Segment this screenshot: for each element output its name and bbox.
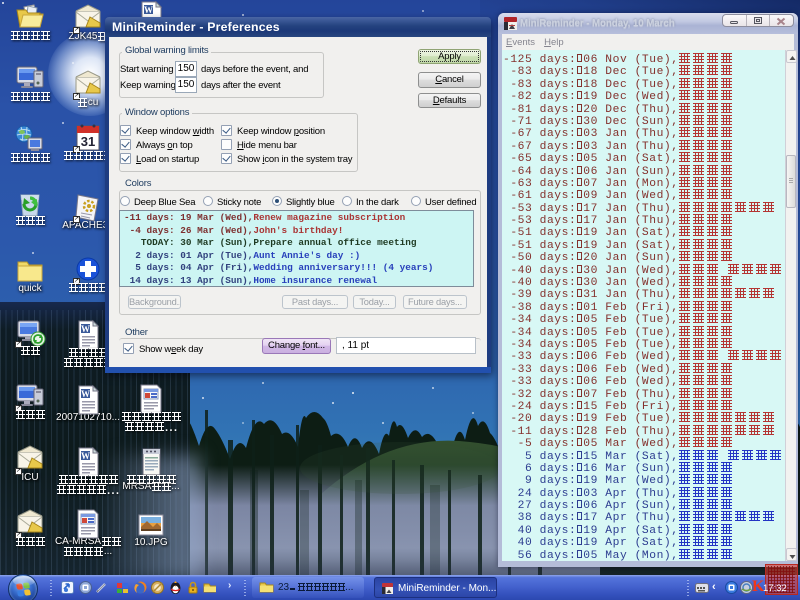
svg-text:W: W (81, 451, 90, 461)
svg-text:W: W (81, 389, 90, 399)
svg-text:W: W (144, 5, 153, 15)
svg-text:W: W (81, 324, 90, 334)
svg-text:31: 31 (81, 134, 95, 149)
